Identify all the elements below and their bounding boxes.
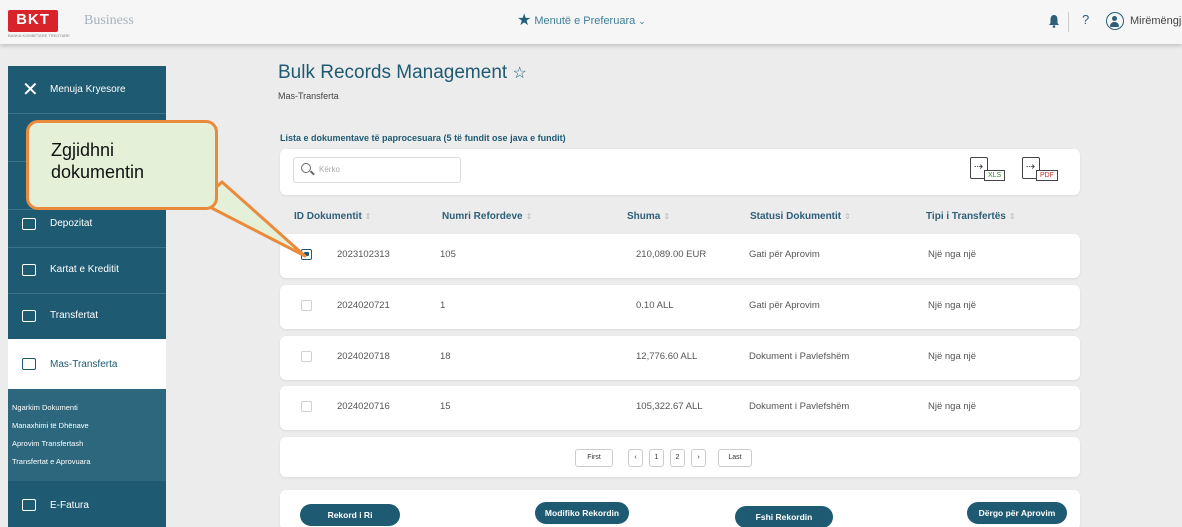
row-checkbox[interactable] [301, 401, 312, 412]
cell-id: 2024020721 [337, 300, 390, 311]
cell-amount: 105,322.67 ALL [636, 401, 703, 412]
sidebar-item-label: Transfertat [50, 310, 98, 321]
bell-icon[interactable] [1048, 14, 1060, 28]
table-row[interactable]: 2024020718 18 12,776.60 ALL Dokument i P… [280, 336, 1080, 380]
sort-icon: ⇕ [525, 212, 533, 221]
export-pdf-button[interactable]: PDF [1022, 157, 1060, 183]
cell-type: Një nga një [928, 401, 977, 412]
cell-records: 18 [440, 351, 451, 362]
sidebar-item-label: Mas-Transferta [50, 358, 118, 370]
cell-status: Gati për Aprovim [749, 249, 820, 260]
page-next-button[interactable]: › [691, 449, 706, 467]
submenu-item-upload[interactable]: Ngarkim Dokumenti [12, 399, 162, 417]
sort-icon: ⇕ [364, 212, 372, 221]
page-prev-button[interactable]: ‹ [628, 449, 643, 467]
column-header-amount[interactable]: Shuma ⇕ [627, 211, 670, 222]
cell-id: 2024020718 [337, 351, 390, 362]
star-outline-icon[interactable]: ☆ [512, 65, 526, 82]
column-header-records[interactable]: Numri Refordeve ⇕ [442, 211, 532, 222]
divider [1068, 12, 1069, 32]
table-row[interactable]: 2024020716 15 105,322.67 ALL Dokument i … [280, 386, 1080, 430]
new-record-button[interactable]: Rekord i Ri [300, 504, 400, 526]
table-row[interactable]: 2023102313 105 210,089.00 EUR Gati për A… [280, 234, 1080, 278]
sidebar-item-label: E-Fatura [50, 499, 89, 511]
cell-type: Një nga një [928, 249, 977, 260]
page-2-button[interactable]: 2 [670, 449, 685, 467]
cell-amount: 0.10 ALL [636, 300, 674, 311]
transfer-icon [22, 309, 36, 322]
page-1-button[interactable]: 1 [649, 449, 664, 467]
cell-status: Dokument i Pavlefshëm [749, 351, 850, 362]
cell-id: 2023102313 [337, 249, 390, 260]
page-first-button[interactable]: First [575, 449, 613, 467]
sidebar-item-e-invoice[interactable]: E-Fatura [8, 481, 166, 527]
sidebar-item-transfers[interactable]: Transfertat [8, 292, 166, 340]
sort-icon: ⇕ [663, 212, 671, 221]
export-xls-label: XLS [984, 170, 1006, 181]
cell-id: 2024020716 [337, 401, 390, 412]
submenu-item-data-management[interactable]: Manaxhimi të Dhënave [12, 417, 162, 435]
delete-record-button[interactable]: Fshi Rekordin [735, 506, 833, 527]
bulk-transfer-icon [22, 358, 36, 370]
search-toolbar: Kërko XLS PDF [280, 149, 1080, 195]
greeting-text: Mirëmëngje [1130, 15, 1182, 27]
pagination: First ‹ 1 2 › Last [280, 437, 1080, 477]
favorites-label: Menutë e Preferuara [534, 15, 636, 27]
user-avatar-icon[interactable] [1106, 12, 1124, 30]
sort-icon: ⇕ [844, 212, 851, 221]
star-icon: ★ [517, 12, 532, 29]
cell-records: 1 [440, 300, 446, 311]
column-header-status[interactable]: Statusi Dokumentit ⇕ [750, 211, 851, 222]
bulk-transfer-submenu: Ngarkim Dokumenti Manaxhimi të Dhënave A… [8, 389, 166, 481]
cell-status: Dokument i Pavlefshëm [749, 401, 850, 412]
cell-type: Një nga një [928, 300, 977, 311]
row-checkbox[interactable] [301, 351, 312, 362]
cell-records: 15 [440, 401, 451, 412]
cell-amount: 210,089.00 EUR [636, 249, 707, 260]
table-row[interactable]: 2024020721 1 0.10 ALL Gati për Aprovim N… [280, 285, 1080, 329]
edit-record-button[interactable]: Modifiko Rekordin [535, 502, 629, 524]
submenu-item-approved[interactable]: Transfertat e Aprovuara [12, 453, 162, 471]
chevron-down-icon: ⌄ [638, 15, 646, 26]
search-placeholder: Kërko [319, 165, 340, 174]
cell-amount: 12,776.60 ALL [636, 351, 698, 362]
callout-line-1: Zgjidhni [51, 140, 115, 160]
row-checkbox[interactable] [301, 300, 312, 311]
invoice-icon [22, 499, 36, 511]
cell-records: 105 [440, 249, 456, 260]
favorites-menu[interactable]: ★ Menutë e Preferuara ⌄ [517, 12, 646, 29]
action-bar: Rekord i Ri Modifiko Rekordin Fshi Rekor… [280, 490, 1080, 527]
send-for-approval-button[interactable]: Dërgo për Aprovim [967, 502, 1067, 524]
callout-line-2: dokumentin [51, 162, 145, 182]
sort-icon: ⇕ [1008, 212, 1016, 221]
column-header-type[interactable]: Tipi i Transfertës ⇕ [926, 211, 1016, 222]
sidebar-item-bulk-transfers[interactable]: Mas-Transferta [8, 339, 166, 389]
help-icon[interactable]: ? [1082, 12, 1089, 27]
list-heading: Lista e dokumentave të paprocesuara (5 t… [280, 133, 566, 143]
submenu-item-approve[interactable]: Aprovim Transfertash [12, 435, 162, 453]
page-last-button[interactable]: Last [718, 449, 752, 467]
cell-type: Një nga një [928, 351, 977, 362]
tutorial-callout: Zgjidhni dokumentin [26, 120, 218, 210]
export-xls-button[interactable]: XLS [970, 157, 1008, 183]
export-pdf-label: PDF [1036, 170, 1058, 181]
cell-status: Gati për Aprovim [749, 300, 820, 311]
